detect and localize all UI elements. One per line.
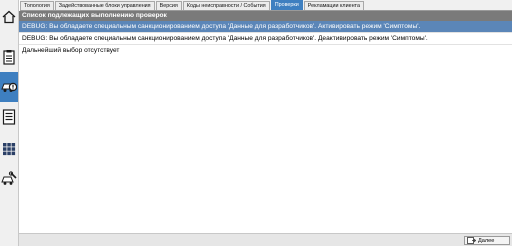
tab-version[interactable]: Версия — [155, 1, 182, 10]
tab-checks[interactable]: Проверки — [270, 0, 303, 10]
list-item[interactable]: DEBUG: Вы обладаете специальным санкцион… — [19, 21, 512, 33]
list-item[interactable]: Дальнейший выбор отсутствует — [19, 45, 512, 56]
tab-fault-codes[interactable]: Коды неисправности / События — [182, 1, 270, 10]
next-button-label: Далее — [478, 237, 495, 244]
clipboard-icon — [3, 50, 15, 65]
list-icon — [2, 109, 16, 125]
left-toolbar — [0, 0, 19, 246]
grid-icon — [3, 143, 16, 156]
home-icon — [2, 10, 16, 24]
documents-button[interactable] — [0, 44, 18, 70]
car-diagnostic-icon — [1, 82, 17, 92]
panel-title: Список подлежащих выполнению проверок — [19, 11, 512, 21]
checks-panel: Список подлежащих выполнению проверок DE… — [19, 11, 512, 234]
tab-control-units[interactable]: Задействованные блоки управления — [54, 1, 155, 10]
car-tools-icon — [1, 171, 17, 185]
list-item[interactable]: DEBUG: Вы обладаете специальным санкцион… — [19, 33, 512, 45]
tab-topology[interactable]: Топология — [20, 1, 54, 10]
diagnostics-button[interactable] — [0, 72, 18, 102]
modules-button[interactable] — [0, 136, 18, 162]
next-button[interactable]: Далее — [464, 236, 510, 245]
home-button[interactable] — [0, 4, 18, 30]
service-button[interactable] — [0, 166, 18, 192]
tab-bar: Топология Задействованные блоки управлен… — [20, 0, 512, 11]
next-page-icon — [467, 237, 476, 244]
bottom-bar: Далее — [19, 233, 512, 246]
list-button[interactable] — [0, 104, 18, 130]
tab-customer-complaints[interactable]: Рекламации клиента — [303, 1, 364, 10]
